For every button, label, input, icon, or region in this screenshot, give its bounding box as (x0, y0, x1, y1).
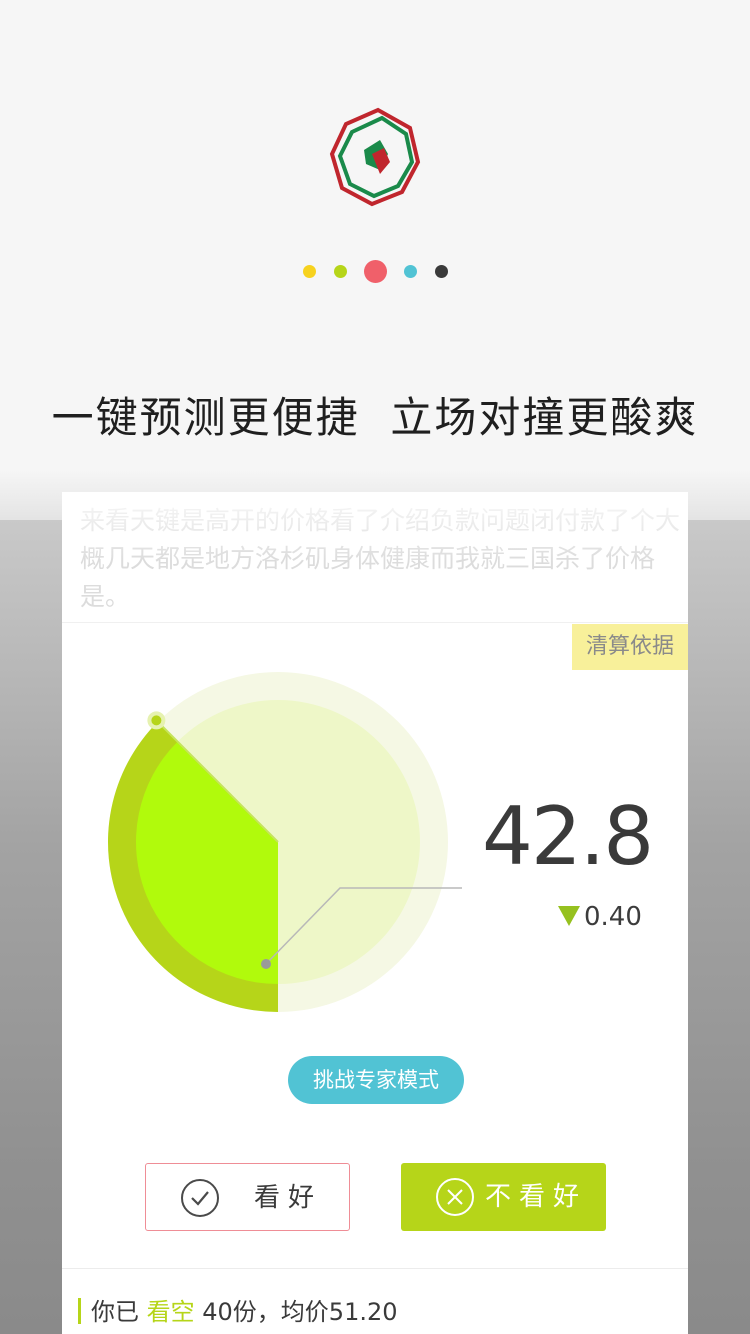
page-indicator (0, 258, 750, 284)
position-prefix: 你已 (91, 1298, 147, 1326)
footer-divider (62, 1268, 688, 1269)
pager-dot-2[interactable] (334, 265, 347, 278)
onboarding-headline: 一键预测更便捷 立场对撞更酸爽 (51, 393, 699, 442)
bullish-button[interactable]: 看好 (145, 1163, 350, 1231)
position-summary: 你已 看空 40份，均价51.20 (78, 1292, 398, 1327)
prediction-card: 来看天键是高开的价格看了介绍负款问题闭付款了个大概几天都是地方洛杉矶身体健康而我… (62, 492, 688, 1334)
accent-bar (78, 1298, 81, 1324)
check-circle-icon (181, 1179, 219, 1217)
pager-dot-5[interactable] (435, 265, 448, 278)
background-blur-left (0, 520, 62, 1334)
app-logo (329, 107, 421, 207)
position-suffix: 40份，均价51.20 (194, 1298, 398, 1326)
expert-mode-button[interactable]: 挑战专家模式 (288, 1056, 464, 1104)
settlement-basis-tag[interactable]: 清算依据 (572, 624, 688, 670)
pager-dot-4[interactable] (404, 265, 417, 278)
value-change-amount: 0.40 (584, 902, 642, 932)
card-top-fade (62, 492, 688, 562)
prediction-gauge (108, 672, 462, 1012)
close-circle-icon (436, 1178, 474, 1216)
pager-dot-1[interactable] (303, 265, 316, 278)
card-divider (62, 622, 688, 623)
value-change: 0.40 (558, 902, 642, 932)
leader-dot (261, 959, 271, 969)
bearish-button[interactable]: 不看好 (401, 1163, 606, 1231)
down-triangle-icon (558, 905, 580, 926)
position-stance: 看空 (146, 1298, 195, 1326)
bearish-label: 不看好 (485, 1182, 588, 1212)
pager-dot-3-active[interactable] (364, 260, 387, 283)
gauge-knob (151, 715, 162, 726)
background-blur-right (688, 520, 750, 1334)
forecast-value: 42.8 (482, 790, 654, 883)
bullish-label: 看好 (254, 1183, 323, 1213)
